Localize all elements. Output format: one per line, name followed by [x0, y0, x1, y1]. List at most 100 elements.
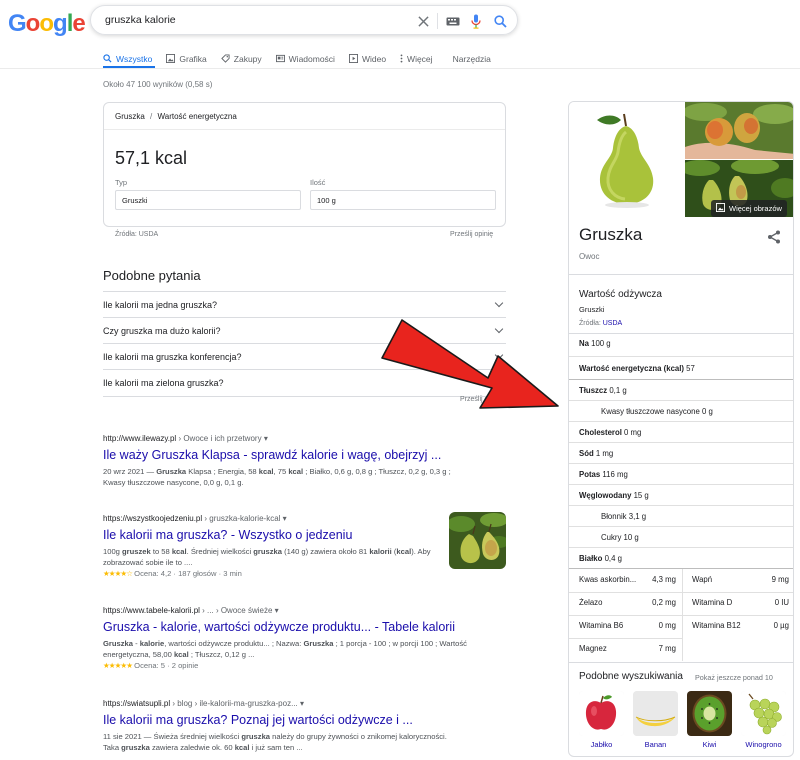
paa-question-text: Ile kalorii ma zielona gruszka? — [103, 378, 224, 388]
caret-down-icon[interactable]: ▾ — [300, 699, 304, 708]
paa-question-text: Ile kalorii ma gruszka konferencja? — [103, 352, 242, 362]
mineral-cell: Magnez 7 mg — [579, 644, 676, 653]
mineral-cell: Wapń 9 mg — [692, 575, 789, 584]
nutrition-subtitle: Gruszki — [579, 305, 605, 314]
show-more-link[interactable]: Pokaż jeszcze ponad 10 — [695, 673, 773, 682]
search-result: https://www.tabele-kalorii.pl › ... › Ow… — [103, 606, 483, 670]
similar-item-label: Jabłko — [590, 740, 613, 749]
tab-shopping[interactable]: Zakupy — [221, 52, 262, 66]
result-url[interactable]: https://www.tabele-kalorii.pl › ... › Ow… — [103, 606, 483, 615]
similar-item-grape[interactable]: Winogrono — [741, 691, 786, 749]
paa-title: Podobne pytania — [103, 268, 201, 283]
usda-link[interactable]: USDA — [603, 320, 622, 327]
search-input[interactable]: gruszka kalorie — [105, 14, 176, 26]
search-tabs: Wszystko Grafika Zakupy Wiadomości Wideo… — [103, 52, 505, 66]
red-arrow-annotation — [380, 318, 570, 423]
kiwi-image — [687, 691, 732, 736]
result-title[interactable]: Ile kalorii ma gruszka? - Wszystko o jed… — [103, 528, 438, 542]
pear-image-hand[interactable] — [685, 102, 793, 159]
feedback-link[interactable]: Prześlij opinię — [450, 231, 493, 238]
similar-item-apple[interactable]: Jabłko — [579, 691, 624, 749]
tab-label: Wideo — [361, 54, 387, 64]
type-label: Typ — [115, 178, 128, 187]
similar-item-label: Winogrono — [745, 740, 782, 749]
similar-item-label: Kiwi — [702, 740, 717, 749]
result-path: › gruszka-kalorie-kcal — [202, 514, 281, 523]
more-images-label: Więcej obrazów — [729, 204, 782, 213]
keyboard-icon[interactable] — [445, 12, 461, 30]
tab-label: Grafika — [179, 54, 207, 64]
panel-divider — [569, 274, 793, 275]
tag-icon — [221, 53, 230, 65]
mineral-cell: Witamina D0 IU — [692, 598, 789, 607]
mineral-cell: Witamina B12 0 µg — [692, 621, 789, 630]
result-snippet: 20 wrz 2021 — Gruszka Klapsa ; Energia, … — [103, 467, 451, 487]
result-url[interactable]: http://www.ilewazy.pl › Owoce i ich prze… — [103, 434, 463, 443]
calorie-value: 57,1 kcal — [115, 148, 188, 168]
caret-down-icon[interactable]: ▾ — [264, 434, 268, 443]
breadcrumb-item[interactable]: Gruszka — [115, 112, 145, 121]
nutrition-row: Cukry 10 g — [601, 533, 639, 542]
result-thumbnail[interactable] — [449, 512, 506, 569]
similar-searches-title: Podobne wyszukiwania — [579, 671, 683, 682]
header-divider — [0, 68, 800, 69]
logo-letter: o — [39, 10, 54, 37]
similar-item-kiwi[interactable]: Kiwi — [687, 691, 732, 749]
microphone-icon[interactable] — [469, 12, 483, 30]
share-icon[interactable] — [767, 230, 781, 249]
search-divider — [437, 13, 438, 29]
nutrition-row: Tłuszcz 0,1 g — [579, 386, 627, 395]
tab-images[interactable]: Grafika — [166, 52, 207, 66]
paa-question-text: Ile kalorii ma jedna gruszka? — [103, 300, 218, 310]
result-title[interactable]: Gruszka - kalorie, wartości odżywcze pro… — [103, 620, 483, 634]
entity-type: Owoc — [579, 252, 600, 261]
main-pear-image[interactable] — [569, 102, 684, 217]
panel-divider — [569, 662, 793, 663]
result-title[interactable]: Ile waży Gruszka Klapsa - sprawdź kalori… — [103, 448, 463, 462]
tab-video[interactable]: Wideo — [348, 52, 387, 66]
result-title[interactable]: Ile kalorii ma gruszka? Poznaj jej warto… — [103, 713, 463, 727]
mineral-cell: Witamina B6 0 mg — [579, 621, 676, 630]
caret-down-icon[interactable]: ▾ — [275, 606, 279, 615]
tab-label: Więcej — [407, 54, 433, 64]
source-note: Źródła: USDA — [115, 231, 159, 238]
similar-item-banana[interactable]: Banan — [633, 691, 678, 749]
result-host: https://swiatsupli.pl — [103, 699, 171, 708]
nutrition-source: Źródła: USDA — [579, 320, 623, 327]
nutrition-row: Kwasy tłuszczowe nasycone 0 g — [601, 407, 713, 416]
card-divider — [104, 129, 505, 130]
result-host: https://wszystkoojedzeniu.pl — [103, 514, 203, 523]
image-icon — [166, 53, 176, 65]
similar-item-label: Banan — [644, 740, 667, 749]
mineral-cell: Żelazo 0,2 mg — [579, 598, 676, 607]
more-images-button[interactable]: Więcej obrazów — [711, 200, 787, 217]
quantity-select[interactable]: 100 g — [310, 190, 496, 210]
paa-question[interactable]: Ile kalorii ma jedna gruszka? — [103, 291, 506, 317]
apple-image — [579, 691, 624, 736]
caret-down-icon[interactable]: ▾ — [283, 514, 287, 523]
result-path: › ... › Owoce świeże — [199, 606, 273, 615]
clear-icon[interactable] — [416, 12, 430, 30]
tab-label: Zakupy — [233, 54, 262, 64]
google-logo[interactable]: Google — [8, 10, 86, 38]
search-box[interactable]: gruszka kalorie — [90, 5, 518, 35]
search-icon[interactable] — [492, 12, 508, 30]
type-select[interactable]: Gruszki — [115, 190, 301, 210]
result-snippet: 11 sie 2021 — Świeża średniej wielkości … — [103, 732, 447, 752]
result-url[interactable]: https://swiatsupli.pl › blog › ile-kalor… — [103, 699, 463, 708]
nutrition-row: Błonnik 3,1 g — [601, 512, 647, 521]
result-stats: Około 47 100 wyników (0,58 s) — [103, 80, 213, 89]
tab-all[interactable]: Wszystko — [103, 52, 152, 66]
result-url[interactable]: https://wszystkoojedzeniu.pl › gruszka-k… — [103, 514, 438, 523]
result-snippet: 100g gruszek to 58 kcal. Średniej wielko… — [103, 547, 431, 567]
tab-label: Narzędzia — [452, 54, 491, 64]
news-icon — [275, 54, 285, 65]
logo-letter: G — [8, 10, 27, 37]
breadcrumb-separator: / — [150, 112, 153, 121]
result-host: https://www.tabele-kalorii.pl — [103, 606, 200, 615]
tab-tools[interactable]: Narzędzia — [453, 52, 491, 66]
tab-news[interactable]: Wiadomości — [275, 52, 335, 66]
grape-image — [741, 691, 786, 736]
tab-more[interactable]: Więcej — [400, 52, 433, 66]
result-host: http://www.ilewazy.pl — [103, 434, 177, 443]
